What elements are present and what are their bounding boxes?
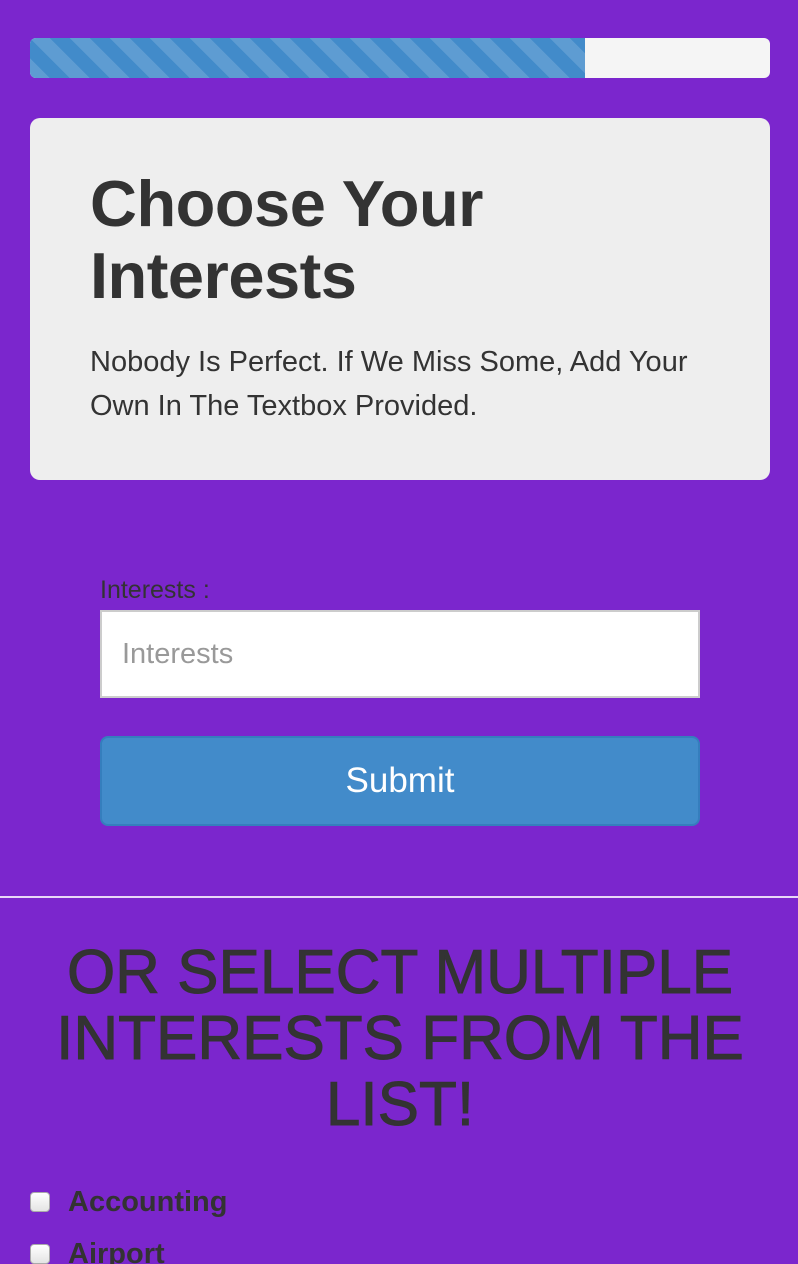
interests-form: Interests : Submit bbox=[100, 572, 700, 826]
checkbox[interactable] bbox=[30, 1192, 50, 1212]
checkbox[interactable] bbox=[30, 1244, 50, 1264]
interests-label: Interests : bbox=[100, 576, 210, 604]
list-item[interactable]: Accounting bbox=[30, 1176, 228, 1228]
submit-button[interactable]: Submit bbox=[100, 736, 700, 826]
page-title: Choose Your Interests bbox=[90, 167, 483, 312]
interests-input[interactable] bbox=[100, 610, 700, 698]
list-item[interactable]: Airport bbox=[30, 1228, 228, 1264]
page: Choose Your Interests Nobody Is Perfect.… bbox=[0, 0, 798, 1264]
progress-bar bbox=[30, 38, 770, 78]
checkbox-label[interactable]: Accounting bbox=[68, 1186, 228, 1219]
interest-checklist: Accounting Airport bbox=[30, 1176, 228, 1264]
intro-panel: Choose Your Interests Nobody Is Perfect.… bbox=[30, 118, 770, 480]
page-subtitle: Nobody Is Perfect. If We Miss Some, Add … bbox=[90, 346, 688, 422]
progress-bar-fill bbox=[30, 38, 585, 78]
checkbox-label[interactable]: Airport bbox=[68, 1238, 165, 1264]
section-divider bbox=[0, 896, 798, 898]
list-heading: OR SELECT MULTIPLE INTERESTS FROM THE LI… bbox=[56, 938, 745, 1139]
